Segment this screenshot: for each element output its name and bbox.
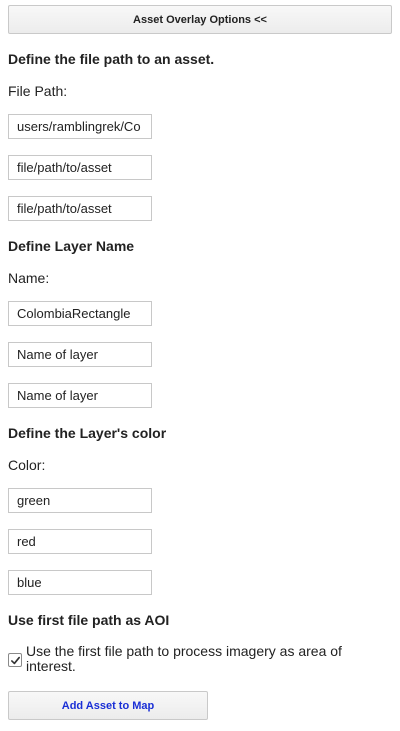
layer-name-input-1[interactable]: ColombiaRectangle [8, 301, 152, 326]
file-path-input-1[interactable]: users/ramblingrek/Co [8, 114, 152, 139]
layer-name-label: Name: [8, 270, 50, 286]
add-asset-to-map-button[interactable]: Add Asset to Map [8, 691, 208, 720]
asset-overlay-toggle-button[interactable]: Asset Overlay Options << [8, 5, 392, 34]
layer-name-input-2[interactable]: Name of layer [8, 342, 152, 367]
file-path-input-3[interactable]: file/path/to/asset [8, 196, 152, 221]
aoi-checkbox[interactable] [8, 653, 22, 667]
aoi-checkbox-label: Use the first file path to process image… [26, 643, 342, 674]
file-path-section-title: Define the file path to an asset. [8, 51, 215, 67]
layer-color-label: Color: [8, 457, 46, 473]
asset-overlay-panel: Asset Overlay Options << Define the file… [0, 0, 400, 731]
layer-name-section-title: Define Layer Name [8, 238, 135, 254]
layer-color-input-3[interactable]: blue [8, 570, 152, 595]
layer-color-input-2[interactable]: red [8, 529, 152, 554]
layer-color-input-1[interactable]: green [8, 488, 152, 513]
aoi-checkbox-row: Use the first file path to process image… [8, 643, 388, 674]
file-path-label: File Path: [8, 83, 68, 99]
file-path-input-2[interactable]: file/path/to/asset [8, 155, 152, 180]
layer-name-input-3[interactable]: Name of layer [8, 383, 152, 408]
checkmark-icon [10, 656, 20, 664]
layer-color-section-title: Define the Layer's color [8, 425, 167, 441]
aoi-section-title: Use first file path as AOI [8, 612, 170, 628]
